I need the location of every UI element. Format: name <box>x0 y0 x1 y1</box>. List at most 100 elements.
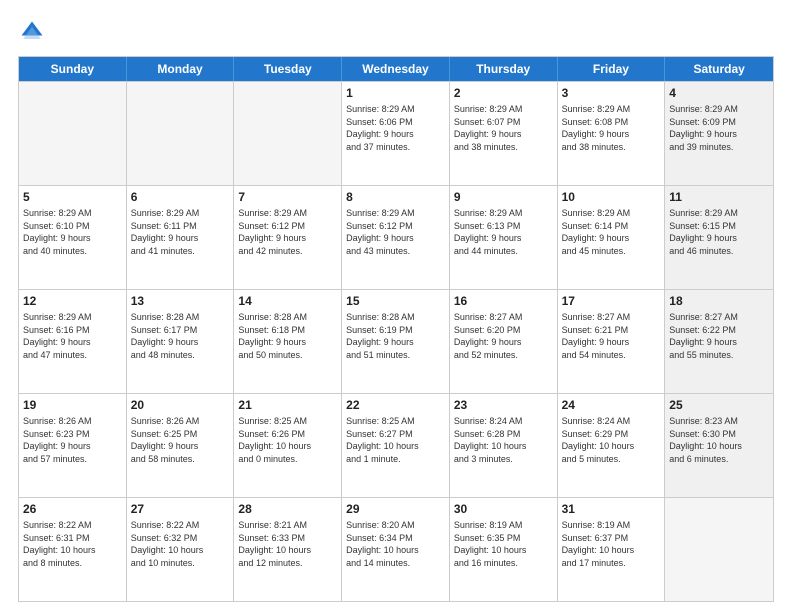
logo <box>18 18 50 46</box>
day-info: Sunrise: 8:29 AM Sunset: 6:12 PM Dayligh… <box>346 207 445 257</box>
day-info: Sunrise: 8:29 AM Sunset: 6:14 PM Dayligh… <box>562 207 661 257</box>
day-number: 24 <box>562 397 661 413</box>
day-info: Sunrise: 8:28 AM Sunset: 6:18 PM Dayligh… <box>238 311 337 361</box>
day-info: Sunrise: 8:26 AM Sunset: 6:23 PM Dayligh… <box>23 415 122 465</box>
day-info: Sunrise: 8:29 AM Sunset: 6:15 PM Dayligh… <box>669 207 769 257</box>
day-info: Sunrise: 8:29 AM Sunset: 6:11 PM Dayligh… <box>131 207 230 257</box>
calendar-cell <box>234 82 342 185</box>
calendar-cell: 7 Sunrise: 8:29 AM Sunset: 6:12 PM Daylig… <box>234 186 342 289</box>
day-number: 14 <box>238 293 337 309</box>
calendar-cell: 24 Sunrise: 8:24 AM Sunset: 6:29 PM Dayli… <box>558 394 666 497</box>
page: SundayMondayTuesdayWednesdayThursdayFrid… <box>0 0 792 612</box>
day-info: Sunrise: 8:21 AM Sunset: 6:33 PM Dayligh… <box>238 519 337 569</box>
day-info: Sunrise: 8:19 AM Sunset: 6:37 PM Dayligh… <box>562 519 661 569</box>
calendar-cell: 23 Sunrise: 8:24 AM Sunset: 6:28 PM Dayli… <box>450 394 558 497</box>
calendar-cell: 27Sunrise: 8:22 AM Sunset: 6:32 PM Dayli… <box>127 498 235 601</box>
day-number: 6 <box>131 189 230 205</box>
calendar-cell: 14 Sunrise: 8:28 AM Sunset: 6:18 PM Dayli… <box>234 290 342 393</box>
calendar-cell: 15 Sunrise: 8:28 AM Sunset: 6:19 PM Dayli… <box>342 290 450 393</box>
day-info: Sunrise: 8:29 AM Sunset: 6:13 PM Dayligh… <box>454 207 553 257</box>
calendar-cell: 6 Sunrise: 8:29 AM Sunset: 6:11 PM Daylig… <box>127 186 235 289</box>
day-number: 28 <box>238 501 337 517</box>
calendar-cell: 11 Sunrise: 8:29 AM Sunset: 6:15 PM Dayli… <box>665 186 773 289</box>
calendar-cell: 16 Sunrise: 8:27 AM Sunset: 6:20 PM Dayli… <box>450 290 558 393</box>
calendar-row-1: 5 Sunrise: 8:29 AM Sunset: 6:10 PM Daylig… <box>19 185 773 289</box>
calendar-cell <box>19 82 127 185</box>
day-header-thursday: Thursday <box>450 57 558 81</box>
calendar-cell: 9 Sunrise: 8:29 AM Sunset: 6:13 PM Daylig… <box>450 186 558 289</box>
day-number: 8 <box>346 189 445 205</box>
day-number: 23 <box>454 397 553 413</box>
calendar-cell: 10Sunrise: 8:29 AM Sunset: 6:14 PM Dayli… <box>558 186 666 289</box>
calendar-cell: 3Sunrise: 8:29 AM Sunset: 6:08 PM Daylig… <box>558 82 666 185</box>
day-number: 11 <box>669 189 769 205</box>
day-header-wednesday: Wednesday <box>342 57 450 81</box>
day-info: Sunrise: 8:25 AM Sunset: 6:27 PM Dayligh… <box>346 415 445 465</box>
day-number: 22 <box>346 397 445 413</box>
day-number: 26 <box>23 501 122 517</box>
calendar-cell: 13Sunrise: 8:28 AM Sunset: 6:17 PM Dayli… <box>127 290 235 393</box>
calendar-cell: 20 Sunrise: 8:26 AM Sunset: 6:25 PM Dayli… <box>127 394 235 497</box>
calendar-cell: 17 Sunrise: 8:27 AM Sunset: 6:21 PM Dayli… <box>558 290 666 393</box>
day-number: 30 <box>454 501 553 517</box>
day-info: Sunrise: 8:29 AM Sunset: 6:10 PM Dayligh… <box>23 207 122 257</box>
calendar-header: SundayMondayTuesdayWednesdayThursdayFrid… <box>19 57 773 81</box>
header <box>18 18 774 46</box>
calendar-cell <box>127 82 235 185</box>
day-info: Sunrise: 8:20 AM Sunset: 6:34 PM Dayligh… <box>346 519 445 569</box>
calendar-cell: 26 Sunrise: 8:22 AM Sunset: 6:31 PM Dayli… <box>19 498 127 601</box>
calendar: SundayMondayTuesdayWednesdayThursdayFrid… <box>18 56 774 602</box>
day-number: 31 <box>562 501 661 517</box>
day-number: 19 <box>23 397 122 413</box>
calendar-cell: 30 Sunrise: 8:19 AM Sunset: 6:35 PM Dayli… <box>450 498 558 601</box>
calendar-cell: 25Sunrise: 8:23 AM Sunset: 6:30 PM Dayli… <box>665 394 773 497</box>
day-number: 29 <box>346 501 445 517</box>
day-info: Sunrise: 8:29 AM Sunset: 6:08 PM Dayligh… <box>562 103 661 153</box>
calendar-cell: 28 Sunrise: 8:21 AM Sunset: 6:33 PM Dayli… <box>234 498 342 601</box>
day-info: Sunrise: 8:27 AM Sunset: 6:21 PM Dayligh… <box>562 311 661 361</box>
day-header-sunday: Sunday <box>19 57 127 81</box>
day-info: Sunrise: 8:27 AM Sunset: 6:22 PM Dayligh… <box>669 311 769 361</box>
day-number: 7 <box>238 189 337 205</box>
day-info: Sunrise: 8:24 AM Sunset: 6:28 PM Dayligh… <box>454 415 553 465</box>
calendar-cell: 5 Sunrise: 8:29 AM Sunset: 6:10 PM Daylig… <box>19 186 127 289</box>
day-number: 16 <box>454 293 553 309</box>
calendar-row-2: 12Sunrise: 8:29 AM Sunset: 6:16 PM Dayli… <box>19 289 773 393</box>
day-info: Sunrise: 8:22 AM Sunset: 6:31 PM Dayligh… <box>23 519 122 569</box>
calendar-cell: 31 Sunrise: 8:19 AM Sunset: 6:37 PM Dayli… <box>558 498 666 601</box>
calendar-cell: 12Sunrise: 8:29 AM Sunset: 6:16 PM Dayli… <box>19 290 127 393</box>
day-header-tuesday: Tuesday <box>234 57 342 81</box>
day-number: 17 <box>562 293 661 309</box>
day-number: 20 <box>131 397 230 413</box>
day-header-monday: Monday <box>127 57 235 81</box>
calendar-cell <box>665 498 773 601</box>
day-info: Sunrise: 8:28 AM Sunset: 6:19 PM Dayligh… <box>346 311 445 361</box>
calendar-row-4: 26 Sunrise: 8:22 AM Sunset: 6:31 PM Dayli… <box>19 497 773 601</box>
day-info: Sunrise: 8:24 AM Sunset: 6:29 PM Dayligh… <box>562 415 661 465</box>
day-info: Sunrise: 8:29 AM Sunset: 6:06 PM Dayligh… <box>346 103 445 153</box>
day-number: 21 <box>238 397 337 413</box>
day-number: 18 <box>669 293 769 309</box>
day-header-saturday: Saturday <box>665 57 773 81</box>
calendar-cell: 21 Sunrise: 8:25 AM Sunset: 6:26 PM Dayli… <box>234 394 342 497</box>
calendar-cell: 19 Sunrise: 8:26 AM Sunset: 6:23 PM Dayli… <box>19 394 127 497</box>
day-number: 9 <box>454 189 553 205</box>
calendar-cell: 1Sunrise: 8:29 AM Sunset: 6:06 PM Daylig… <box>342 82 450 185</box>
day-info: Sunrise: 8:26 AM Sunset: 6:25 PM Dayligh… <box>131 415 230 465</box>
day-number: 2 <box>454 85 553 101</box>
calendar-cell: 8 Sunrise: 8:29 AM Sunset: 6:12 PM Daylig… <box>342 186 450 289</box>
day-info: Sunrise: 8:27 AM Sunset: 6:20 PM Dayligh… <box>454 311 553 361</box>
day-number: 15 <box>346 293 445 309</box>
day-info: Sunrise: 8:22 AM Sunset: 6:32 PM Dayligh… <box>131 519 230 569</box>
calendar-cell: 18 Sunrise: 8:27 AM Sunset: 6:22 PM Dayli… <box>665 290 773 393</box>
day-number: 25 <box>669 397 769 413</box>
day-info: Sunrise: 8:29 AM Sunset: 6:12 PM Dayligh… <box>238 207 337 257</box>
calendar-cell: 2Sunrise: 8:29 AM Sunset: 6:07 PM Daylig… <box>450 82 558 185</box>
day-info: Sunrise: 8:29 AM Sunset: 6:16 PM Dayligh… <box>23 311 122 361</box>
calendar-cell: 29 Sunrise: 8:20 AM Sunset: 6:34 PM Dayli… <box>342 498 450 601</box>
day-number: 5 <box>23 189 122 205</box>
logo-icon <box>18 18 46 46</box>
day-number: 4 <box>669 85 769 101</box>
day-info: Sunrise: 8:25 AM Sunset: 6:26 PM Dayligh… <box>238 415 337 465</box>
day-info: Sunrise: 8:19 AM Sunset: 6:35 PM Dayligh… <box>454 519 553 569</box>
